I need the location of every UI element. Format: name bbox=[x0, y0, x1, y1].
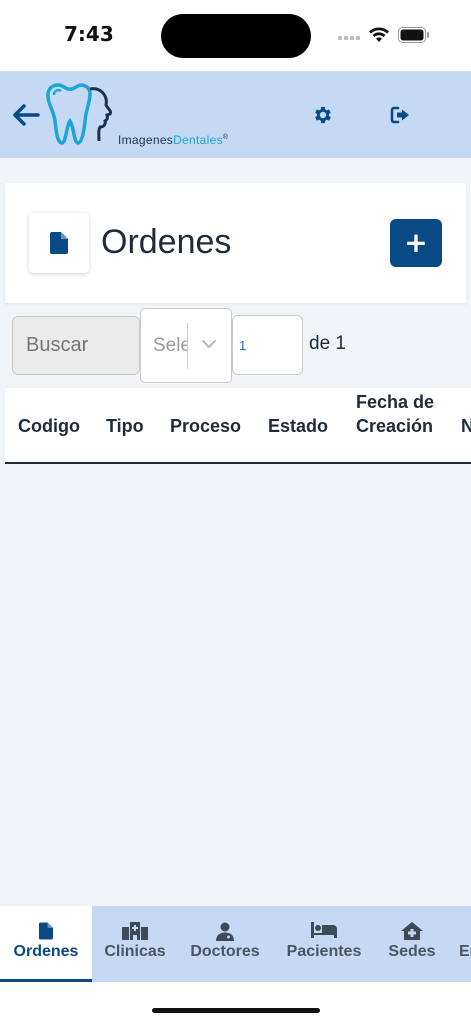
column-header-proceso[interactable]: Proceso bbox=[170, 414, 241, 438]
home-indicator-area bbox=[0, 982, 471, 1024]
status-bar: 7:43 bbox=[0, 0, 471, 71]
bottom-tab-bar: Ordenes Clinicas Doctores Pacientes Sede… bbox=[0, 906, 471, 982]
page-title-card: Ordenes + bbox=[5, 183, 466, 303]
column-header-estado[interactable]: Estado bbox=[268, 414, 328, 438]
bed-icon bbox=[311, 922, 337, 938]
column-header-codigo[interactable]: Codigo bbox=[18, 414, 80, 438]
tab-label: Sedes bbox=[388, 943, 436, 960]
doctor-icon bbox=[216, 922, 234, 941]
imagenes-dentales-logo: ImagenesDentales® bbox=[44, 81, 254, 151]
page-number-input[interactable] bbox=[232, 315, 303, 375]
home-indicator[interactable] bbox=[152, 1008, 320, 1013]
clinic-house-icon bbox=[401, 922, 423, 940]
column-header-next[interactable]: N bbox=[461, 414, 471, 438]
logo-text-dentales: Dentales bbox=[173, 133, 223, 147]
tab-label: Clinicas bbox=[104, 943, 166, 960]
logo-registered-mark: ® bbox=[222, 134, 229, 141]
gear-icon[interactable] bbox=[312, 104, 334, 126]
status-time: 7:43 bbox=[64, 22, 114, 46]
page-icon-box bbox=[29, 213, 89, 273]
logo-text-imagenes: Imagenes bbox=[118, 133, 174, 147]
select-value: Sele bbox=[153, 335, 188, 356]
page-total-label: de 1 bbox=[309, 333, 346, 354]
column-header-tipo[interactable]: Tipo bbox=[106, 414, 144, 438]
document-icon bbox=[50, 232, 68, 254]
battery-icon bbox=[398, 27, 429, 43]
app-header: ImagenesDentales® bbox=[0, 71, 471, 158]
document-icon bbox=[39, 922, 53, 940]
wifi-icon bbox=[369, 27, 389, 42]
column-header-fecha-creacion[interactable]: Fecha de Creación bbox=[356, 390, 446, 438]
hospital-icon bbox=[122, 922, 148, 940]
tab-label: Pacientes bbox=[286, 943, 362, 960]
signal-icon bbox=[338, 34, 362, 40]
add-order-button[interactable]: + bbox=[390, 219, 442, 267]
search-input[interactable] bbox=[12, 316, 140, 375]
logout-icon[interactable] bbox=[389, 105, 413, 125]
tab-ordenes[interactable]: Ordenes bbox=[0, 906, 92, 982]
orders-table-header: Codigo Tipo Proceso Estado Fecha de Crea… bbox=[5, 388, 471, 464]
logo-wordmark: ImagenesDentales® bbox=[118, 133, 228, 147]
plus-icon: + bbox=[404, 226, 428, 259]
tab-partial[interactable]: Er bbox=[448, 906, 471, 982]
tab-label: Doctores bbox=[190, 943, 260, 960]
tab-doctores[interactable]: Doctores bbox=[178, 906, 272, 982]
tab-sedes[interactable]: Sedes bbox=[376, 906, 448, 982]
dynamic-island bbox=[161, 14, 311, 58]
tab-clinicas[interactable]: Clinicas bbox=[92, 906, 178, 982]
select-separator bbox=[187, 323, 188, 369]
page-title: Ordenes bbox=[101, 223, 232, 261]
tab-pacientes[interactable]: Pacientes bbox=[272, 906, 376, 982]
back-arrow-icon[interactable] bbox=[10, 99, 42, 131]
tab-label: Ordenes bbox=[13, 943, 79, 960]
filter-select[interactable]: Sele bbox=[140, 308, 232, 383]
tab-label: Er bbox=[459, 943, 471, 960]
tooth-face-logo-icon bbox=[46, 83, 112, 145]
chevron-down-icon bbox=[202, 340, 216, 348]
